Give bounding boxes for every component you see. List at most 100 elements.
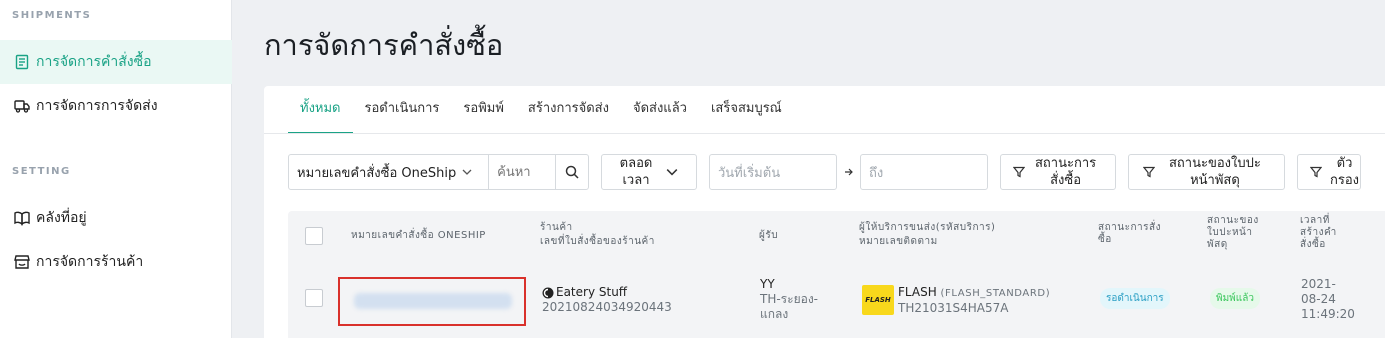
- row-checkbox[interactable]: [305, 289, 323, 307]
- col-tracking-title: หมายเลขติดตาม: [859, 236, 938, 247]
- label-status-line-1: สถานะของใบปะ: [1169, 156, 1261, 171]
- tab-pending[interactable]: รอดำเนินการ: [353, 86, 452, 134]
- sidebar-item-address-book[interactable]: คลังที่อยู่: [0, 196, 232, 240]
- col-oneship-number: หมายเลขคำสั่งซื้อ ONESHIP: [351, 230, 486, 241]
- store-name: Eatery Stuff: [556, 285, 628, 299]
- label-status-badge: พิมพ์แล้ว: [1210, 288, 1260, 309]
- arrow-right-icon: [845, 168, 853, 176]
- col-order-status: สถานะการสั่ง ซื้อ: [1098, 222, 1161, 246]
- order-status-badge: รอดำเนินการ: [1100, 288, 1170, 309]
- search-type-select[interactable]: หมายเลขคำสั่งซื้อ OneShip: [289, 155, 488, 189]
- truck-icon: [14, 98, 30, 114]
- recipient-cell: YY TH-ระยอง- แกลง: [760, 277, 818, 322]
- period-select[interactable]: ตลอด เวลา: [601, 154, 697, 190]
- section-title-setting: SETTING: [12, 166, 71, 177]
- col-label-status-line-1: สถานะของ: [1207, 215, 1259, 226]
- order-status-line-2: สั่งซื้อ: [1050, 173, 1082, 188]
- tab-to-print[interactable]: รอพิมพ์: [451, 86, 516, 134]
- filter-icon: [1143, 166, 1155, 178]
- search-input[interactable]: [489, 156, 556, 188]
- start-date-field[interactable]: วันที่เริ่มต้น: [709, 154, 837, 190]
- col-created-line-3: สั่งซื้อ: [1300, 239, 1326, 250]
- col-label-status-line-2: ใบปะหน้า: [1207, 227, 1253, 238]
- filter-icon: [1310, 166, 1322, 178]
- carrier-service-code: (FLASH_STANDARD): [940, 288, 1051, 299]
- period-line-1: ตลอด: [619, 156, 653, 171]
- table-row[interactable]: Eatery Stuff 20210824034920443 YY TH-ระย…: [288, 259, 1385, 338]
- search-type-value: หมายเลขคำสั่งซื้อ OneShip: [297, 165, 457, 181]
- created-date-line-1: 2021-: [1301, 277, 1336, 291]
- page-title: การจัดการคำสั่งซื้อ: [264, 28, 504, 62]
- filter-icon: [1013, 166, 1025, 178]
- section-title-shipments: SHIPMENTS: [12, 10, 92, 21]
- recipient-address-line-2: แกลง: [760, 307, 789, 321]
- col-label-status-line-3: พัสดุ: [1207, 239, 1228, 250]
- col-created-line-2: สร้างคำ: [1300, 227, 1337, 238]
- store-order-number: 20210824034920443: [542, 300, 672, 314]
- col-label-status: สถานะของ ใบปะหน้า พัสดุ: [1207, 215, 1259, 251]
- sidebar: SHIPMENTS การจัดการคำสั่งซื้อ การจัดการก…: [0, 0, 232, 338]
- sidebar-item-order-management[interactable]: การจัดการคำสั่งซื้อ: [0, 40, 232, 84]
- order-status-line-1: สถานะการ: [1035, 156, 1097, 171]
- sidebar-item-store-management[interactable]: การจัดการร้านค้า: [0, 240, 232, 284]
- col-store-title: ร้านค้า: [540, 222, 573, 233]
- select-all-checkbox[interactable]: [305, 227, 323, 245]
- col-store-subtitle: เลขที่ใบสั่งซื้อของร้านค้า: [540, 236, 655, 247]
- store-cell: Eatery Stuff 20210824034920443: [542, 285, 672, 315]
- order-status-filter-label: สถานะการ สั่งซื้อ: [1035, 155, 1096, 189]
- col-created-line-1: เวลาที่: [1300, 215, 1330, 226]
- col-order-status-line-2: ซื้อ: [1098, 234, 1112, 245]
- store-logo-icon: [542, 287, 554, 298]
- flash-logo-text: FLASH: [865, 296, 891, 304]
- carrier-name: FLASH: [898, 285, 937, 299]
- status-tabs: ทั้งหมด รอดำเนินการ รอพิมพ์ สร้างการจัดส…: [288, 86, 794, 134]
- sidebar-item-label: การจัดการร้านค้า: [36, 254, 144, 270]
- sidebar-item-label: การจัดการคำสั่งซื้อ: [36, 54, 152, 70]
- sidebar-item-label: คลังที่อยู่: [36, 210, 87, 226]
- table-header: หมายเลขคำสั่งซื้อ ONESHIP ร้านค้า เลขที่…: [288, 211, 1385, 259]
- filter-label: ตัว กรอง: [1330, 155, 1359, 189]
- col-recipient: ผู้รับ: [759, 230, 779, 241]
- created-time: 11:49:20: [1301, 307, 1355, 321]
- col-created-time: เวลาที่ สร้างคำ สั่งซื้อ: [1300, 215, 1337, 251]
- filter-line-2: กรอง: [1330, 173, 1360, 188]
- filter-line-1: ตัว: [1336, 156, 1353, 171]
- chevron-down-icon: [462, 169, 472, 175]
- period-value: ตลอด เวลา: [620, 155, 653, 189]
- label-status-filter-button[interactable]: สถานะของใบปะ หน้าพัสดุ: [1128, 154, 1285, 190]
- col-carrier: ผู้ให้บริการขนส่ง(รหัสบริการ) หมายเลขติด…: [859, 222, 995, 248]
- end-date-placeholder: ถึง: [869, 165, 884, 181]
- carrier-cell: FLASH (FLASH_STANDARD) TH21031S4HA57A: [898, 285, 1050, 316]
- search-button[interactable]: [556, 155, 588, 189]
- recipient-name: YY: [760, 277, 775, 291]
- label-status-line-2: หน้าพัสดุ: [1190, 173, 1240, 188]
- recipient-address-line-1: TH-ระยอง-: [760, 292, 819, 306]
- filter-button[interactable]: ตัว กรอง: [1297, 154, 1361, 190]
- tabs-divider: [264, 133, 1385, 134]
- col-order-status-line-1: สถานะการสั่ง: [1098, 222, 1162, 233]
- col-carrier-code: (รหัสบริการ): [935, 222, 996, 233]
- tab-completed[interactable]: เสร็จสมบูรณ์: [699, 86, 794, 134]
- tab-shipped[interactable]: จัดส่งแล้ว: [621, 86, 699, 134]
- chevron-down-icon: [666, 169, 678, 176]
- oneship-number-redacted: [354, 293, 512, 309]
- tab-create-shipment[interactable]: สร้างการจัดส่ง: [516, 86, 621, 134]
- period-line-2: เวลา: [622, 173, 650, 188]
- created-time-cell: 2021- 08-24 11:49:20: [1301, 277, 1355, 322]
- label-status-filter-label: สถานะของใบปะ หน้าพัสดุ: [1169, 155, 1261, 189]
- store-icon: [14, 254, 30, 270]
- col-carrier-title: ผู้ให้บริการขนส่ง: [859, 222, 936, 233]
- sidebar-item-shipping-management[interactable]: การจัดการการจัดส่ง: [0, 84, 232, 128]
- end-date-field[interactable]: ถึง: [860, 154, 988, 190]
- col-store: ร้านค้า เลขที่ใบสั่งซื้อของร้านค้า: [540, 222, 655, 248]
- tab-all[interactable]: ทั้งหมด: [288, 86, 353, 134]
- document-icon: [14, 54, 30, 70]
- sidebar-item-label: การจัดการการจัดส่ง: [36, 98, 158, 114]
- oneship-number-cell[interactable]: [338, 277, 526, 326]
- book-icon: [14, 210, 30, 226]
- start-date-placeholder: วันที่เริ่มต้น: [718, 165, 781, 181]
- order-status-filter-button[interactable]: สถานะการ สั่งซื้อ: [1000, 154, 1116, 190]
- created-date-line-2: 08-24: [1301, 292, 1336, 306]
- search-icon: [565, 165, 579, 179]
- flash-logo: FLASH: [862, 285, 894, 315]
